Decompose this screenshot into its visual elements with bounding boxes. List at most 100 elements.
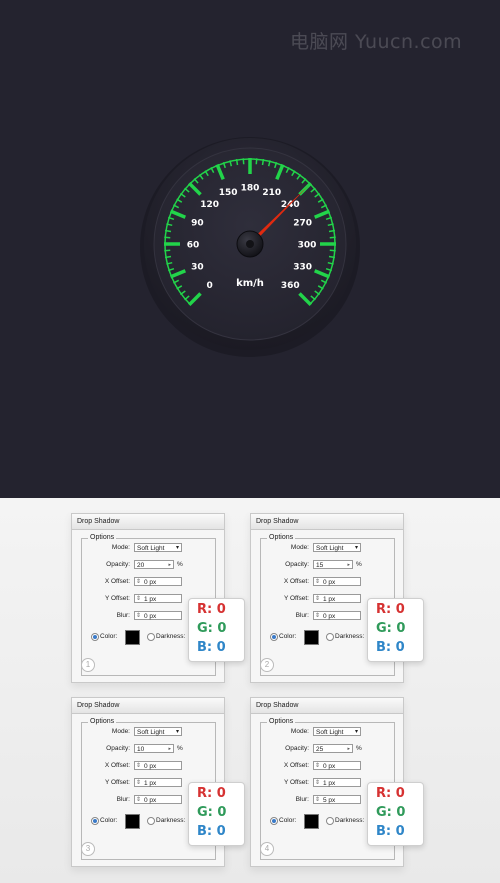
tick-label: 150 [219, 188, 238, 198]
opacity-label: Opacity: [106, 561, 130, 568]
xoffset-label: X Offset: [104, 578, 130, 585]
blur-label: Blur: [116, 612, 130, 619]
gauge-unit-label: km/h [236, 278, 264, 289]
red-value: R: 0 [376, 786, 405, 801]
drop-shadow-panel: Drop Shadow Options Mode: Soft Light Opa… [71, 513, 245, 683]
tick-label: 360 [281, 281, 300, 291]
darkness-label: Darkness: [156, 633, 186, 640]
tick-label: 90 [191, 219, 204, 229]
options-legend: Options [267, 718, 296, 725]
mode-select[interactable]: Soft Light [134, 543, 182, 553]
opacity-label: Opacity: [285, 561, 309, 568]
color-label: Color: [279, 817, 297, 824]
darkness-radio[interactable] [326, 817, 334, 825]
xoffset-label: X Offset: [104, 762, 130, 769]
green-value: G: 0 [376, 621, 406, 636]
color-label: Color: [100, 633, 118, 640]
rgb-values-card: R: 0 G: 0 B: 0 [188, 782, 245, 846]
color-radio[interactable] [91, 633, 99, 641]
xoffset-label: X Offset: [283, 762, 309, 769]
color-label: Color: [100, 817, 118, 824]
tick-label: 60 [187, 241, 200, 251]
options-legend: Options [267, 534, 296, 541]
yoffset-input[interactable]: 1 px [313, 778, 361, 788]
drop-shadow-panel: Drop Shadow Options Mode: Soft Light Opa… [71, 697, 245, 867]
panel-title: Drop Shadow [251, 698, 403, 714]
tick-label: 270 [293, 219, 312, 229]
darkness-radio[interactable] [147, 633, 155, 641]
blur-label: Blur: [295, 796, 309, 803]
color-label: Color: [279, 633, 297, 640]
mode-label: Mode: [290, 544, 309, 551]
blur-input[interactable]: 5 px [313, 795, 361, 805]
panel-title: Drop Shadow [72, 698, 224, 714]
opacity-input[interactable]: 10 [134, 744, 174, 754]
tick-label: 330 [293, 262, 312, 272]
color-radio[interactable] [270, 817, 278, 825]
darkness-label: Darkness: [156, 817, 186, 824]
yoffset-input[interactable]: 1 px [134, 778, 182, 788]
blur-input[interactable]: 0 px [313, 611, 361, 621]
xoffset-input[interactable]: 0 px [134, 761, 182, 771]
green-value: G: 0 [197, 805, 227, 820]
red-value: R: 0 [197, 602, 226, 617]
xoffset-input[interactable]: 0 px [313, 761, 361, 771]
darkness-radio[interactable] [326, 633, 334, 641]
color-radio[interactable] [270, 633, 278, 641]
blue-value: B: 0 [376, 824, 405, 839]
tick-label: 240 [281, 200, 300, 210]
mode-select[interactable]: Soft Light [134, 727, 182, 737]
blur-label: Blur: [116, 796, 130, 803]
mode-select[interactable]: Soft Light [313, 543, 361, 553]
red-value: R: 0 [197, 786, 226, 801]
color-radio[interactable] [91, 817, 99, 825]
panel-title: Drop Shadow [251, 514, 403, 530]
tick-label: 210 [262, 188, 281, 198]
rgb-values-card: R: 0 G: 0 B: 0 [367, 782, 424, 846]
yoffset-label: Y Offset: [283, 595, 309, 602]
rgb-values-card: R: 0 G: 0 B: 0 [367, 598, 424, 662]
panel-title: Drop Shadow [72, 514, 224, 530]
drop-shadow-panel: Drop Shadow Options Mode: Soft Light Opa… [250, 697, 424, 867]
blur-label: Blur: [295, 612, 309, 619]
opacity-input[interactable]: 15 [313, 560, 353, 570]
yoffset-input[interactable]: 1 px [134, 594, 182, 604]
blur-input[interactable]: 0 px [134, 611, 182, 621]
yoffset-label: Y Offset: [283, 779, 309, 786]
mode-label: Mode: [111, 728, 130, 735]
xoffset-input[interactable]: 0 px [313, 577, 361, 587]
mode-select[interactable]: Soft Light [313, 727, 361, 737]
darkness-label: Darkness: [335, 817, 365, 824]
opacity-unit: % [356, 561, 362, 568]
red-value: R: 0 [376, 602, 405, 617]
green-value: G: 0 [376, 805, 406, 820]
step-number: 2 [260, 658, 274, 672]
darkness-radio[interactable] [147, 817, 155, 825]
drop-shadow-panel: Drop Shadow Options Mode: Soft Light Opa… [250, 513, 424, 683]
opacity-unit: % [356, 745, 362, 752]
opacity-label: Opacity: [106, 745, 130, 752]
yoffset-input[interactable]: 1 px [313, 594, 361, 604]
tick-label: 180 [241, 184, 260, 194]
blue-value: B: 0 [376, 640, 405, 655]
blue-value: B: 0 [197, 640, 226, 655]
xoffset-label: X Offset: [283, 578, 309, 585]
yoffset-label: Y Offset: [104, 779, 130, 786]
color-swatch[interactable] [304, 814, 319, 829]
blur-input[interactable]: 0 px [134, 795, 182, 805]
color-swatch[interactable] [125, 630, 140, 645]
opacity-input[interactable]: 25 [313, 744, 353, 754]
opacity-label: Opacity: [285, 745, 309, 752]
step-number: 4 [260, 842, 274, 856]
options-legend: Options [88, 534, 117, 541]
xoffset-input[interactable]: 0 px [134, 577, 182, 587]
blue-value: B: 0 [197, 824, 226, 839]
step-number: 1 [81, 658, 95, 672]
rgb-values-card: R: 0 G: 0 B: 0 [188, 598, 245, 662]
color-swatch[interactable] [125, 814, 140, 829]
opacity-input[interactable]: 20 [134, 560, 174, 570]
tick-label: 300 [298, 241, 317, 251]
opacity-unit: % [177, 745, 183, 752]
color-swatch[interactable] [304, 630, 319, 645]
options-legend: Options [88, 718, 117, 725]
